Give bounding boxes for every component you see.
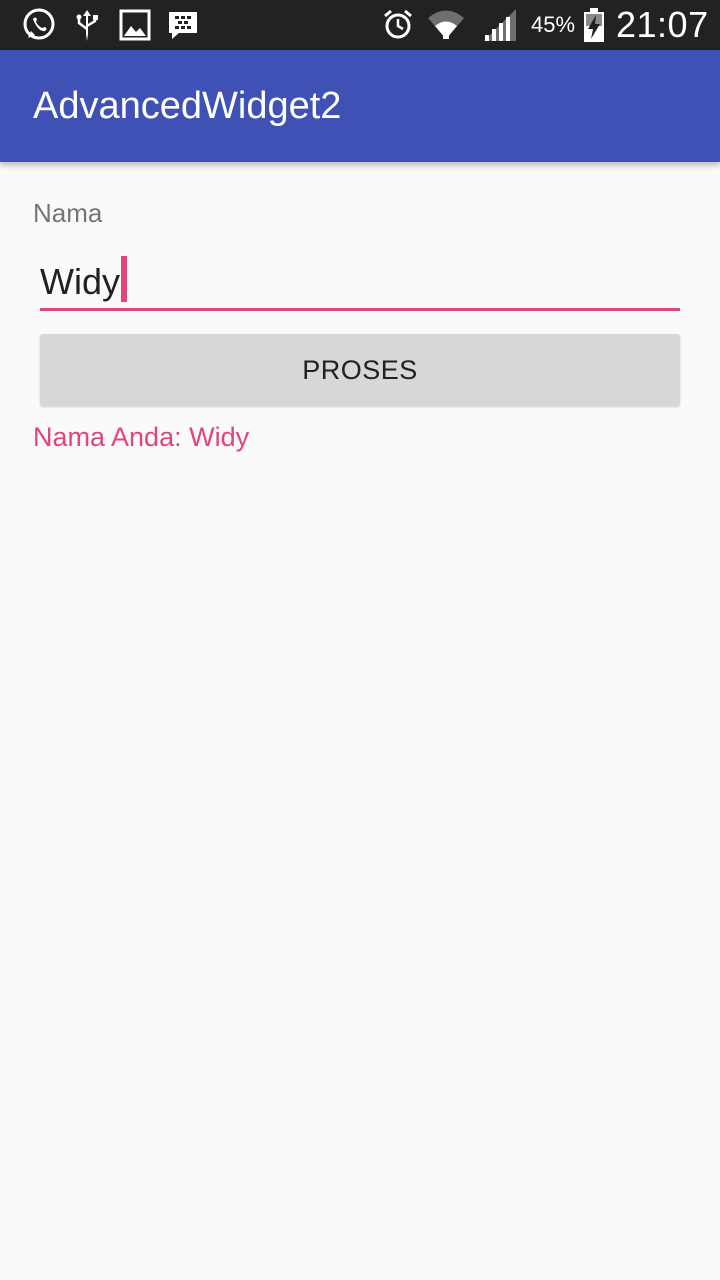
battery-percent: 45% (531, 12, 576, 37)
name-input[interactable]: Widy (40, 248, 680, 311)
gallery-icon (119, 9, 151, 41)
usb-icon (76, 10, 98, 41)
main-content: Nama Widy PROSES Nama Anda: Widy (0, 162, 720, 1280)
app-title: AdvancedWidget2 (33, 85, 342, 127)
result-text: Nama Anda: Widy (33, 422, 250, 452)
name-input-value[interactable]: Widy (40, 256, 127, 303)
signal-icon (484, 9, 516, 41)
bbm-icon (169, 12, 197, 39)
name-input-text: Widy (40, 261, 120, 302)
name-label: Nama (33, 198, 103, 228)
clock-time: 21:07 (616, 4, 709, 45)
status-bar: 45% 21:07 (0, 0, 720, 50)
alarm-icon (384, 9, 412, 39)
app-toolbar: AdvancedWidget2 (0, 50, 720, 162)
whatsapp-icon (23, 8, 55, 40)
wifi-icon (428, 10, 464, 39)
text-cursor (121, 256, 127, 302)
battery-charging-icon (584, 8, 604, 42)
proses-button[interactable]: PROSES (40, 334, 680, 406)
